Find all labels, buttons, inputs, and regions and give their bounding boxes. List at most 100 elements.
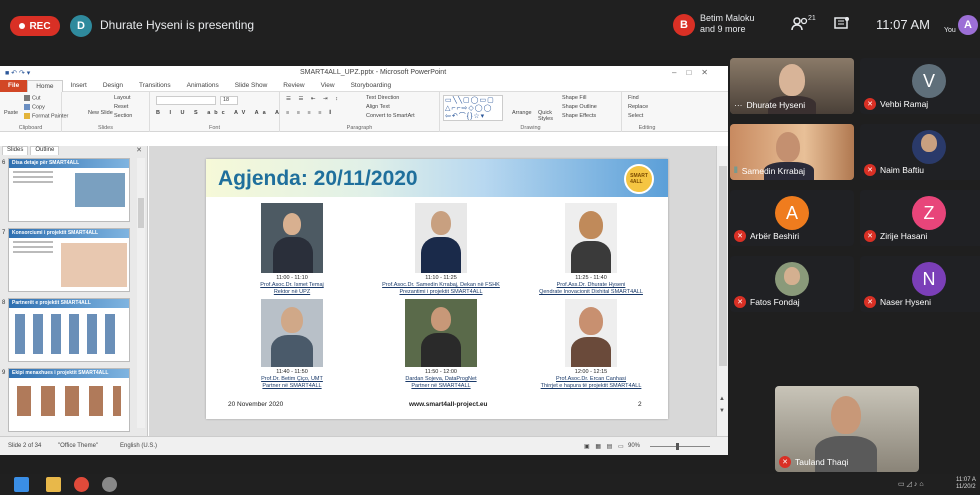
align-text-button[interactable]: Align Text bbox=[366, 104, 390, 110]
tab-storyboarding[interactable]: Storyboarding bbox=[343, 82, 399, 89]
body-shape bbox=[421, 237, 461, 273]
tab-slides[interactable]: Slides bbox=[2, 146, 29, 155]
cut-button[interactable]: Cut bbox=[24, 95, 41, 101]
shape-outline-button[interactable]: Shape Outline bbox=[562, 104, 597, 110]
editor-scrollbar[interactable]: ▲ ▼ bbox=[716, 146, 728, 436]
font-format-buttons[interactable]: B I U S abc AV Aa A bbox=[156, 110, 283, 116]
slide-thumbnail[interactable]: Partnerët e projektit SMART4ALL bbox=[8, 298, 130, 362]
slide-thumbnail[interactable]: Disa detaje për SMART4ALL bbox=[8, 158, 130, 222]
participant-tile[interactable]: ✕ Fatos Fondaj bbox=[730, 256, 854, 312]
speaker-time: 11:25 - 11:40 bbox=[575, 275, 607, 281]
participant-tile[interactable]: N ✕ Naser Hyseni bbox=[860, 256, 980, 312]
participant-name: Naser Hyseni bbox=[880, 297, 932, 307]
next-slide-icon[interactable]: ▼ bbox=[719, 408, 725, 414]
powerpoint-window: ■ ↶ ↷ ▾ SMART4ALL_UPZ.pptx - Microsoft P… bbox=[0, 66, 728, 455]
tab-view[interactable]: View bbox=[313, 82, 343, 89]
prev-slide-icon[interactable]: ▲ bbox=[719, 396, 725, 402]
layout-button[interactable]: Layout bbox=[114, 95, 131, 101]
tab-animations[interactable]: Animations bbox=[179, 82, 227, 89]
text-line bbox=[13, 246, 53, 248]
speaker-role: Prezantimi i projektit SMART4ALL bbox=[399, 289, 483, 295]
chrome-icon[interactable] bbox=[74, 477, 89, 492]
reset-button[interactable]: Reset bbox=[114, 104, 128, 110]
font-name-box[interactable] bbox=[156, 96, 216, 105]
text-direction-button[interactable]: Text Direction bbox=[366, 95, 399, 101]
chat-icon[interactable] bbox=[830, 14, 854, 34]
participant-tile[interactable]: ✕ Naim Baftiu bbox=[860, 124, 980, 180]
head-shape bbox=[776, 132, 800, 162]
tab-slideshow[interactable]: Slide Show bbox=[227, 82, 276, 89]
view-buttons[interactable]: ▣ ▦ ▤ ▭ bbox=[584, 443, 626, 450]
participant-tile[interactable]: V ✕ Vehbi Ramaj bbox=[860, 58, 980, 114]
participant-avatar: A bbox=[775, 196, 809, 230]
body-shape bbox=[273, 237, 313, 273]
file-explorer-icon[interactable] bbox=[46, 477, 61, 492]
participant-name: Vehbi Ramaj bbox=[880, 99, 929, 109]
pane-scrollbar[interactable] bbox=[137, 158, 145, 428]
tab-transitions[interactable]: Transitions bbox=[131, 82, 179, 89]
meet-window: REC D Dhurate Hyseni is presenting B Bet… bbox=[0, 0, 980, 495]
host-avatar[interactable]: B bbox=[673, 14, 695, 36]
current-slide[interactable]: Agjenda: 20/11/2020 SMART 4ALL 11:00 - 11… bbox=[206, 159, 668, 419]
slide-page-number: 2 bbox=[638, 401, 642, 408]
align-buttons[interactable]: ≡ ≡ ≡ ≡ ⫴ bbox=[286, 110, 334, 117]
select-button[interactable]: Select bbox=[628, 113, 643, 119]
shape-effects-button[interactable]: Shape Effects bbox=[562, 113, 596, 119]
tab-design[interactable]: Design bbox=[95, 82, 131, 89]
window-controls[interactable]: –□✕ bbox=[672, 68, 718, 77]
participant-label: ✕ Vehbi Ramaj bbox=[860, 98, 928, 110]
shapes-gallery[interactable]: ▭╲╲▢◯▭▢ △⌐⌐⇨◇◯◯ ⇦↶⌒{}☆▾ bbox=[443, 95, 503, 121]
brush-icon bbox=[24, 113, 30, 119]
zoom-level[interactable]: 90% bbox=[628, 443, 640, 449]
quick-styles-button[interactable]: Quick Styles bbox=[538, 110, 558, 122]
speaker-role: Thirrjet e hapura të projektit SMART4ALL bbox=[540, 383, 642, 389]
tab-outline[interactable]: Outline bbox=[30, 146, 60, 155]
paste-button[interactable]: Paste bbox=[4, 110, 18, 116]
tab-review[interactable]: Review bbox=[275, 82, 312, 89]
slide-thumbnail[interactable]: Konsorciumi i projektit SMART4ALL bbox=[8, 228, 130, 292]
scroll-thumb[interactable] bbox=[138, 198, 144, 228]
system-tray-icons[interactable]: ▭ ◿ ♪ ⌂ bbox=[898, 480, 924, 488]
participant-tile[interactable]: Z ✕ Zirije Hasani bbox=[860, 190, 980, 246]
zoom-slider[interactable] bbox=[650, 446, 710, 447]
self-avatar[interactable]: A bbox=[958, 15, 978, 35]
participant-tile[interactable]: ··· Dhurate Hyseni bbox=[730, 58, 854, 114]
find-button[interactable]: Find bbox=[628, 95, 639, 101]
map-image bbox=[61, 243, 127, 287]
smartart-button[interactable]: Convert to SmartArt bbox=[366, 113, 415, 119]
participant-label: ✕ Fatos Fondaj bbox=[730, 296, 800, 308]
head-shape bbox=[779, 64, 805, 96]
close-icon[interactable]: ✕ bbox=[136, 146, 142, 154]
quick-access-toolbar[interactable]: ■ ↶ ↷ ▾ bbox=[5, 69, 30, 77]
new-slide-button[interactable]: New Slide bbox=[88, 110, 113, 116]
speaker-time: 12:00 - 12:15 bbox=[574, 369, 608, 375]
speaker-photo bbox=[565, 299, 617, 367]
taskbar-clock[interactable]: 11:07 A 11/20/2 bbox=[956, 477, 976, 491]
language[interactable]: English (U.S.) bbox=[120, 443, 157, 449]
arrange-button[interactable]: Arrange bbox=[512, 110, 532, 116]
tab-file[interactable]: File bbox=[0, 79, 28, 92]
scroll-thumb[interactable] bbox=[719, 166, 727, 366]
start-icon[interactable] bbox=[14, 477, 29, 492]
participant-count: 21 bbox=[808, 15, 816, 22]
tab-insert[interactable]: Insert bbox=[63, 82, 95, 89]
section-button[interactable]: Section bbox=[114, 113, 132, 119]
participant-tile[interactable]: A ✕ Arbër Beshiri bbox=[730, 190, 854, 246]
body-shape bbox=[421, 333, 461, 367]
more-options-icon[interactable]: ··· bbox=[734, 100, 743, 110]
recording-badge: REC bbox=[10, 16, 60, 36]
list-buttons[interactable]: ☰ ☰ ⇤ ⇥ ↕ bbox=[286, 96, 341, 102]
participant-tile[interactable]: ✕ Tauland Thaqi bbox=[775, 386, 919, 472]
taskbar-date: 11/20/2 bbox=[956, 484, 976, 490]
slide-thumbnail[interactable]: Ekipi menaxhues i projektit SMART4ALL bbox=[8, 368, 130, 432]
copy-button[interactable]: Copy bbox=[24, 104, 45, 110]
participant-tile[interactable]: ⦀ Samedin Krrabaj bbox=[730, 124, 854, 180]
tab-home[interactable]: Home bbox=[27, 79, 63, 92]
replace-button[interactable]: Replace bbox=[628, 104, 648, 110]
speaker-card: 11:25 - 11:40 Prof.Ass.Dr. Dhurate Hysen… bbox=[526, 203, 656, 296]
shape-fill-button[interactable]: Shape Fill bbox=[562, 95, 586, 101]
font-size-box[interactable]: 18 bbox=[220, 96, 238, 105]
app-icon[interactable] bbox=[102, 477, 117, 492]
zoom-slider-thumb[interactable] bbox=[676, 443, 679, 450]
host-names[interactable]: Betim Maloku and 9 more bbox=[700, 13, 755, 35]
